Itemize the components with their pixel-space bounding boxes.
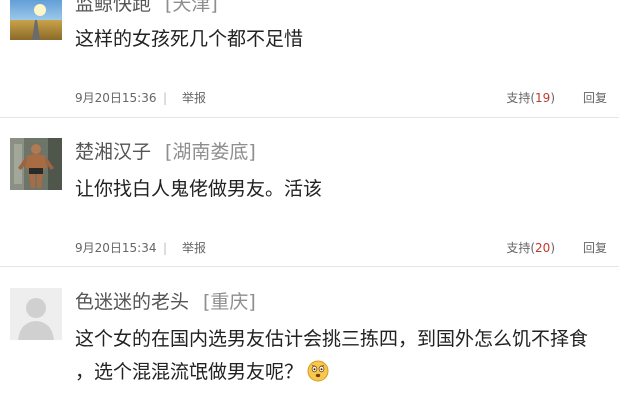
comment-meta: 9月20日15:36 | 举报 支持(19) 回复 bbox=[75, 90, 607, 106]
comment-time: 9月20日15:34 bbox=[75, 241, 157, 255]
report-link[interactable]: 举报 bbox=[182, 240, 206, 256]
comment-body-line-with-emoji: ，选个混混流氓做男友呢？ bbox=[75, 355, 329, 389]
user-line: 楚湘汉子 [湖南娄底] bbox=[75, 140, 256, 164]
support-close: ) bbox=[550, 241, 555, 255]
avatar[interactable] bbox=[10, 138, 62, 190]
bodybuilder-avatar-image bbox=[10, 138, 62, 190]
comment-body-line: 这个女的在国内选男友估计会挑三拣四，到国外怎么饥不择食 bbox=[75, 328, 589, 350]
support-close: ) bbox=[550, 91, 555, 105]
comment-time: 9月20日15:36 bbox=[75, 91, 157, 105]
comment-body-line: ，选个混混流氓做男友呢？ bbox=[75, 361, 304, 383]
avatar[interactable] bbox=[10, 288, 62, 340]
support-count: 20 bbox=[535, 241, 551, 255]
support-link[interactable]: 支持(19) bbox=[506, 90, 555, 106]
username[interactable]: 色迷迷的老头 bbox=[75, 291, 189, 313]
username[interactable]: 监鲸快跑 bbox=[75, 0, 151, 15]
report-link[interactable]: 举报 bbox=[182, 90, 206, 106]
support-label: 支持( bbox=[506, 241, 536, 255]
comment-divider bbox=[0, 266, 619, 267]
comment-body: 让你找白人鬼佬做男友。活该 bbox=[75, 178, 323, 200]
support-label: 支持( bbox=[506, 91, 536, 105]
username[interactable]: 楚湘汉子 bbox=[75, 141, 151, 163]
comment-meta: 9月20日15:34 | 举报 支持(20) 回复 bbox=[75, 240, 607, 256]
user-location: [重庆] bbox=[203, 291, 256, 313]
support-link[interactable]: 支持(20) bbox=[506, 240, 555, 256]
meta-separator: | bbox=[163, 241, 168, 255]
avatar[interactable] bbox=[10, 0, 62, 40]
shocked-face-emoji-icon bbox=[307, 359, 329, 382]
comment-divider bbox=[0, 117, 619, 118]
reply-link[interactable]: 回复 bbox=[583, 90, 607, 106]
support-count: 19 bbox=[535, 91, 551, 105]
comment-feed: 监鲸快跑 [天津] 这样的女孩死几个都不足惜 9月20日15:36 | 举报 支持… bbox=[0, 0, 619, 407]
user-location: [湖南娄底] bbox=[165, 141, 256, 163]
user-line: 色迷迷的老头 [重庆] bbox=[75, 290, 256, 314]
comment-body: 这样的女孩死几个都不足惜 bbox=[75, 28, 304, 50]
user-line: 监鲸快跑 [天津] bbox=[75, 0, 218, 16]
landscape-avatar-image bbox=[10, 0, 62, 40]
default-user-avatar-icon bbox=[10, 288, 62, 340]
user-location: [天津] bbox=[165, 0, 218, 15]
reply-link[interactable]: 回复 bbox=[583, 240, 607, 256]
meta-separator: | bbox=[163, 91, 168, 105]
